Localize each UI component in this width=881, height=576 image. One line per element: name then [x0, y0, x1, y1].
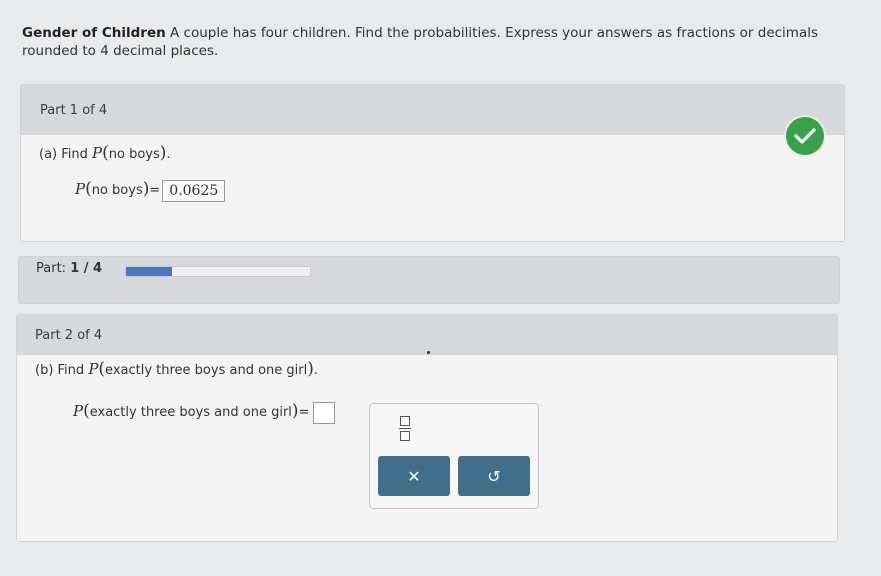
- undo-icon: ↺: [487, 466, 501, 486]
- part2-prompt: (b) Find P(exactly three boys and one gi…: [35, 359, 319, 379]
- part1-header-label: Part 1 of 4: [40, 102, 108, 118]
- event-text: exactly three boys and one girl: [105, 363, 308, 378]
- part2-card: Part 2 of 4 (b) Find P(exactly three boy…: [16, 314, 838, 542]
- progress-label-prefix: Part:: [36, 261, 67, 276]
- progress-label: Part: 1 / 4: [36, 261, 102, 276]
- part2-answer-field[interactable]: [313, 401, 336, 424]
- clear-icon: ✕: [407, 466, 421, 486]
- part1-prompt: (a) Find P(no boys).: [39, 143, 171, 163]
- progress-fill: [126, 267, 172, 276]
- prob-symbol: P: [75, 180, 86, 198]
- event-text: no boys: [108, 147, 160, 162]
- math-keypad: ✕ ↺: [369, 403, 539, 509]
- paren-close: ): [159, 143, 167, 163]
- fraction-bar-icon: [399, 427, 411, 429]
- undo-button[interactable]: ↺: [458, 456, 530, 496]
- answer-event-text: no boys: [91, 183, 143, 198]
- part1-card: Part 1 of 4 (a) Find P(no boys). P(no bo…: [20, 84, 845, 242]
- progress-panel: Part: 1 / 4: [18, 256, 840, 304]
- part1-answer-row: P(no boys)= 0.0625: [75, 179, 226, 202]
- correct-check-icon: [786, 117, 824, 155]
- equals-sign: =: [298, 405, 310, 420]
- prompt-prefix: (a) Find: [39, 147, 88, 162]
- paren-open: (: [83, 401, 90, 421]
- prob-symbol: P: [92, 144, 103, 162]
- paren-open: (: [85, 179, 92, 199]
- paren-close: ): [307, 359, 314, 379]
- question-title: Gender of Children: [22, 25, 166, 41]
- part2-header[interactable]: Part 2 of 4: [17, 315, 837, 355]
- paren-open: (: [102, 143, 109, 163]
- part2-answer-row: P(exactly three boys and one girl)=: [73, 401, 336, 424]
- stray-dot: [427, 351, 430, 354]
- fraction-template-button[interactable]: [384, 410, 426, 446]
- equals-sign: =: [149, 183, 161, 198]
- prob-symbol: P: [88, 360, 99, 378]
- question-text: Gender of Children A couple has four chi…: [22, 24, 822, 60]
- prompt-prefix: (b) Find: [35, 363, 85, 378]
- clear-button[interactable]: ✕: [378, 456, 450, 496]
- numerator-slot-icon: [400, 415, 410, 426]
- part1-header[interactable]: Part 1 of 4: [21, 85, 844, 135]
- answer-event-text: exactly three boys and one girl: [89, 405, 292, 420]
- part2-header-label: Part 2 of 4: [35, 327, 103, 343]
- progress-label-value: 1 / 4: [70, 261, 103, 276]
- part1-answer-field[interactable]: 0.0625: [162, 179, 226, 202]
- denominator-slot-icon: [400, 430, 410, 441]
- paren-close: ): [291, 401, 299, 421]
- prob-symbol: P: [73, 402, 84, 420]
- progress-track: [125, 266, 311, 277]
